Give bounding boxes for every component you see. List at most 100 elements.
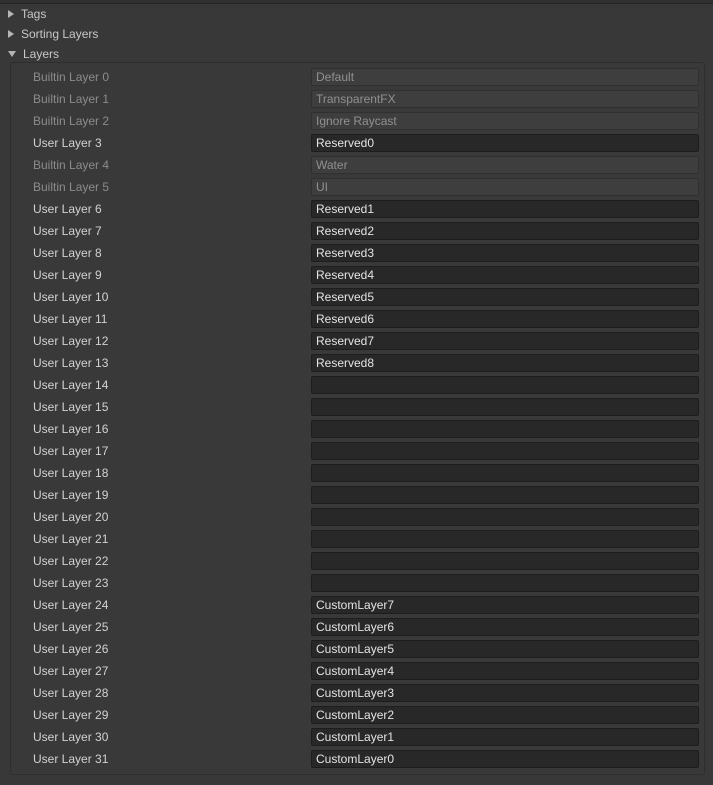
layer-label: User Layer 11 (33, 312, 108, 326)
layers-list-container: Builtin Layer 0 Default Builtin Layer 1 Tra… (10, 62, 705, 775)
layer-label: User Layer 30 (33, 730, 109, 744)
foldout-sorting-layers[interactable]: Sorting Layers (0, 24, 713, 44)
layer-label: User Layer 29 (33, 708, 109, 722)
layer-name-input[interactable]: Reserved8 (311, 354, 699, 372)
layer-name-input[interactable] (311, 574, 699, 592)
layer-name-input[interactable] (311, 376, 699, 394)
layer-row: User Layer 9 Reserved4 (11, 264, 704, 286)
layer-name-input[interactable]: Reserved0 (311, 134, 699, 152)
layer-name-input[interactable]: Reserved7 (311, 332, 699, 350)
layer-label: User Layer 24 (33, 598, 109, 612)
layer-row: User Layer 16 (11, 418, 704, 440)
layer-name-input[interactable] (311, 486, 699, 504)
layer-label: User Layer 7 (33, 224, 102, 238)
layer-row: User Layer 24 CustomLayer7 (11, 594, 704, 616)
layer-label: User Layer 12 (33, 334, 109, 348)
layer-name-input: UI (311, 178, 699, 196)
layer-name-input[interactable]: Reserved6 (311, 310, 699, 328)
layer-row: Builtin Layer 0 Default (11, 66, 704, 88)
layer-row: User Layer 7 Reserved2 (11, 220, 704, 242)
layer-name-input[interactable]: CustomLayer5 (311, 640, 699, 658)
layer-row: User Layer 25 CustomLayer6 (11, 616, 704, 638)
layer-label: Builtin Layer 2 (33, 114, 110, 128)
layer-name-input[interactable] (311, 398, 699, 416)
layer-row: Builtin Layer 5 UI (11, 176, 704, 198)
layer-row: Builtin Layer 4 Water (11, 154, 704, 176)
layer-label: User Layer 28 (33, 686, 109, 700)
layer-row: User Layer 13 Reserved8 (11, 352, 704, 374)
layer-label: User Layer 20 (33, 510, 109, 524)
layer-name-input[interactable]: CustomLayer3 (311, 684, 699, 702)
layer-name-input[interactable]: CustomLayer6 (311, 618, 699, 636)
layer-name-input[interactable] (311, 420, 699, 438)
layer-name-input[interactable] (311, 464, 699, 482)
layer-label: Builtin Layer 5 (33, 180, 110, 194)
layer-row: User Layer 8 Reserved3 (11, 242, 704, 264)
foldout-tags[interactable]: Tags (0, 4, 713, 24)
layer-name-input: Default (311, 68, 699, 86)
layer-label: User Layer 15 (33, 400, 109, 414)
layer-row: User Layer 11 Reserved6 (11, 308, 704, 330)
layer-row: User Layer 29 CustomLayer2 (11, 704, 704, 726)
layer-name-input[interactable]: CustomLayer2 (311, 706, 699, 724)
layer-row: Builtin Layer 2 Ignore Raycast (11, 110, 704, 132)
layer-label: User Layer 9 (33, 268, 102, 282)
layer-label: Builtin Layer 4 (33, 158, 110, 172)
layer-label: User Layer 13 (33, 356, 109, 370)
chevron-right-icon[interactable] (8, 30, 14, 38)
layer-label: User Layer 25 (33, 620, 109, 634)
layer-label: User Layer 22 (33, 554, 109, 568)
layer-name-input[interactable]: CustomLayer4 (311, 662, 699, 680)
layer-name-input[interactable] (311, 530, 699, 548)
layer-name-input[interactable]: Reserved1 (311, 200, 699, 218)
layer-label: User Layer 6 (33, 202, 102, 216)
layer-row: User Layer 27 CustomLayer4 (11, 660, 704, 682)
layer-row: User Layer 18 (11, 462, 704, 484)
chevron-down-icon[interactable] (8, 51, 16, 57)
foldout-layers[interactable]: Layers (0, 44, 713, 64)
layer-row: User Layer 12 Reserved7 (11, 330, 704, 352)
tags-and-layers-panel: Tags Sorting Layers Layers Builtin Layer 0… (0, 0, 713, 785)
layer-row: User Layer 20 (11, 506, 704, 528)
layer-name-input: Ignore Raycast (311, 112, 699, 130)
layer-label: User Layer 16 (33, 422, 109, 436)
layer-label: Builtin Layer 0 (33, 70, 110, 84)
layer-row: User Layer 28 CustomLayer3 (11, 682, 704, 704)
layer-row: User Layer 21 (11, 528, 704, 550)
chevron-right-icon[interactable] (8, 10, 14, 18)
layer-label: User Layer 31 (33, 752, 109, 766)
layer-row: User Layer 22 (11, 550, 704, 572)
layer-label: User Layer 18 (33, 466, 109, 480)
foldout-label: Tags (21, 7, 47, 21)
layer-name-input[interactable] (311, 442, 699, 460)
layer-label: User Layer 8 (33, 246, 102, 260)
layer-label: User Layer 19 (33, 488, 109, 502)
layer-row: User Layer 23 (11, 572, 704, 594)
layer-name-input[interactable]: CustomLayer1 (311, 728, 699, 746)
foldout-label: Sorting Layers (21, 27, 99, 41)
layer-name-input[interactable]: Reserved3 (311, 244, 699, 262)
layer-label: User Layer 27 (33, 664, 109, 678)
layer-name-input: Water (311, 156, 699, 174)
layer-name-input[interactable]: CustomLayer7 (311, 596, 699, 614)
foldout-section-list: Tags Sorting Layers Layers (0, 4, 713, 64)
layer-label: User Layer 3 (33, 136, 102, 150)
layer-label: User Layer 23 (33, 576, 109, 590)
layer-row: User Layer 14 (11, 374, 704, 396)
layer-label: Builtin Layer 1 (33, 92, 110, 106)
layer-row: User Layer 15 (11, 396, 704, 418)
layer-label: User Layer 14 (33, 378, 109, 392)
layer-row: User Layer 10 Reserved5 (11, 286, 704, 308)
layer-name-input[interactable]: CustomLayer0 (311, 750, 699, 768)
layer-label: User Layer 10 (33, 290, 109, 304)
layer-label: User Layer 17 (33, 444, 109, 458)
layer-name-input[interactable]: Reserved2 (311, 222, 699, 240)
layer-row: Builtin Layer 1 TransparentFX (11, 88, 704, 110)
layer-name-input[interactable]: Reserved5 (311, 288, 699, 306)
foldout-label: Layers (23, 47, 60, 61)
layer-row: User Layer 31 CustomLayer0 (11, 748, 704, 770)
layer-name-input[interactable]: Reserved4 (311, 266, 699, 284)
layer-name-input[interactable] (311, 508, 699, 526)
layer-name-input: TransparentFX (311, 90, 699, 108)
layer-name-input[interactable] (311, 552, 699, 570)
